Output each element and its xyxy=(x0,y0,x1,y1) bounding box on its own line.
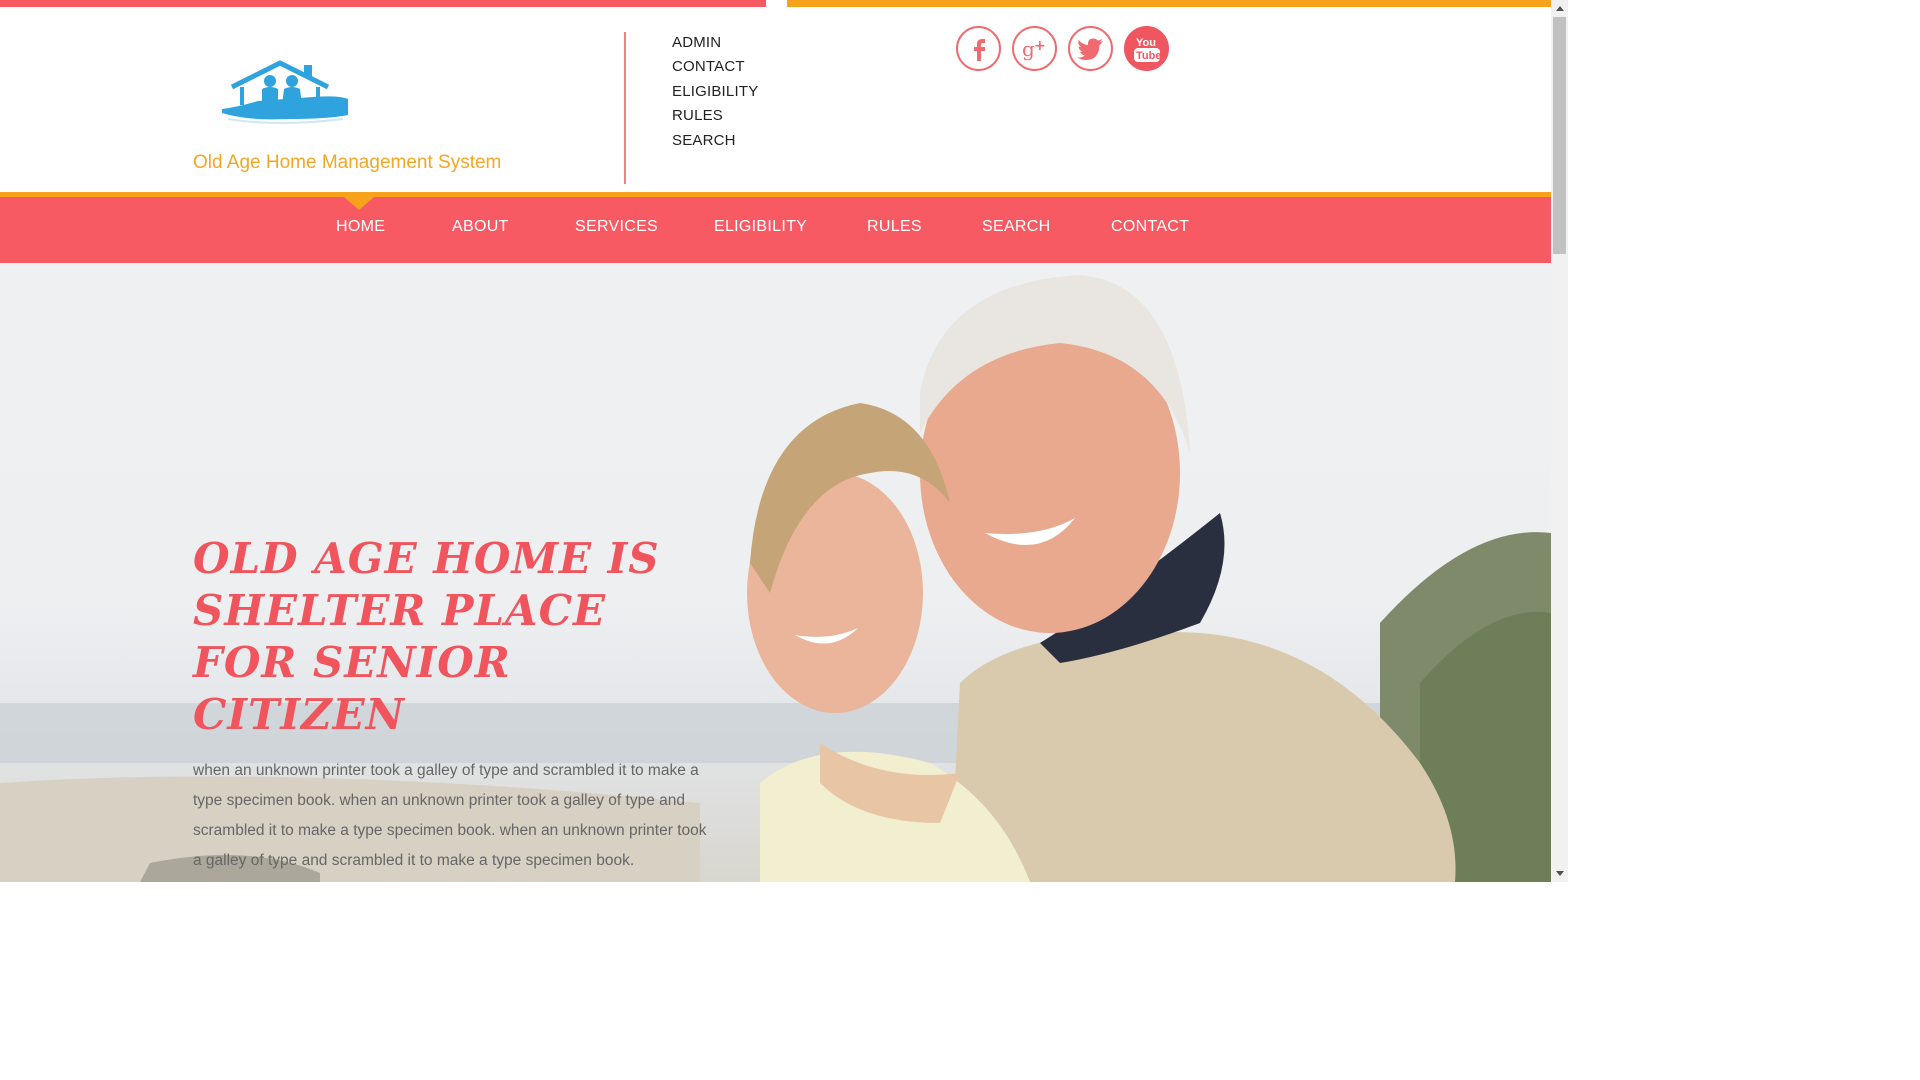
scroll-up-arrow-icon[interactable] xyxy=(1551,0,1568,17)
nav-eligibility[interactable]: ELIGIBILITY xyxy=(714,218,807,236)
house-couple-logo-icon xyxy=(222,60,348,124)
social-links: g + You Tube xyxy=(956,26,1169,71)
google-plus-icon[interactable]: g + xyxy=(1012,26,1057,71)
top-link-eligibility[interactable]: ELIGIBILITY xyxy=(672,82,758,106)
twitter-icon[interactable] xyxy=(1068,26,1113,71)
active-nav-pointer xyxy=(344,197,374,210)
nav-search[interactable]: SEARCH xyxy=(982,218,1050,236)
hero-banner: OLD AGE HOME IS SHELTER PLACE FOR SENIOR… xyxy=(0,263,1551,882)
top-link-contact[interactable]: CONTACT xyxy=(672,57,758,81)
top-link-admin[interactable]: ADMIN xyxy=(672,33,758,57)
top-link-search[interactable]: SEARCH xyxy=(672,131,758,155)
top-links: ADMIN CONTACT ELIGIBILITY RULES SEARCH xyxy=(672,33,758,155)
site-title: Old Age Home Management System xyxy=(193,152,502,173)
site-logo[interactable] xyxy=(218,57,353,137)
header-divider xyxy=(624,32,626,184)
youtube-icon[interactable]: You Tube xyxy=(1124,26,1169,71)
nav-rules[interactable]: RULES xyxy=(867,218,922,236)
nav-about[interactable]: ABOUT xyxy=(452,218,509,236)
scrollbar-thumb[interactable] xyxy=(1553,17,1566,254)
nav-contact[interactable]: CONTACT xyxy=(1111,218,1189,236)
svg-text:+: + xyxy=(1034,38,1046,54)
facebook-icon[interactable] xyxy=(956,26,1001,71)
svg-text:Tube: Tube xyxy=(1136,50,1161,62)
top-strip-orange xyxy=(787,0,1551,7)
nav-services[interactable]: SERVICES xyxy=(575,218,658,236)
site-header: Old Age Home Management System ADMIN CON… xyxy=(0,7,1551,192)
top-strip-coral xyxy=(0,0,766,7)
page-scrollbar[interactable] xyxy=(1551,0,1568,882)
nav-home[interactable]: HOME xyxy=(336,218,385,236)
svg-text:You: You xyxy=(1136,37,1156,49)
scroll-down-arrow-icon[interactable] xyxy=(1551,865,1568,882)
top-link-rules[interactable]: RULES xyxy=(672,106,758,130)
hero-heading: OLD AGE HOME IS SHELTER PLACE FOR SENIOR… xyxy=(193,534,660,739)
hero-text: when an unknown printer took a galley of… xyxy=(193,762,707,869)
